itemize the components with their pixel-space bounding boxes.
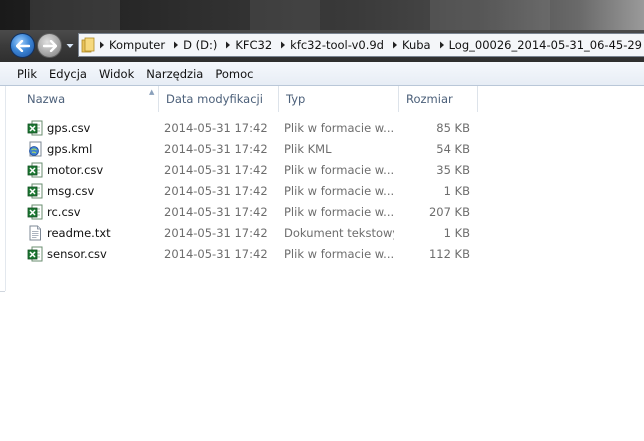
column-header-size[interactable]: Rozmiar xyxy=(399,86,478,112)
excel-icon xyxy=(27,120,43,136)
excel-icon xyxy=(27,183,43,199)
chevron-right-icon[interactable] xyxy=(388,41,402,49)
breadcrumb-label[interactable]: kfc32-tool-v0.9d xyxy=(290,38,388,52)
file-size: 207 KB xyxy=(428,205,470,219)
address-bar[interactable]: Komputer D (D:) KFC32 kfc32-tool-v0.9d K… xyxy=(78,33,644,57)
file-date: 2014-05-31 17:42 xyxy=(164,121,268,135)
menu-tools[interactable]: Narzędzia xyxy=(140,67,209,81)
file-size: 85 KB xyxy=(436,121,470,135)
chevron-right-icon[interactable] xyxy=(435,41,449,49)
file-date: 2014-05-31 17:42 xyxy=(164,226,268,240)
file-type: Dokument tekstowy xyxy=(284,226,394,240)
breadcrumb-label[interactable]: Log_00026_2014-05-31_06-45-29 xyxy=(449,38,644,52)
file-list-area[interactable]: Nazwa ▲ Data modyfikacji Typ Rozmiar gps… xyxy=(0,86,644,441)
excel-icon xyxy=(27,162,43,178)
folder-icon xyxy=(81,34,95,56)
file-row[interactable]: rc.csv 2014-05-31 17:42 Plik w formacie … xyxy=(5,202,495,223)
file-list-pane: Nazwa ▲ Data modyfikacji Typ Rozmiar gps… xyxy=(5,86,495,292)
menu-edit[interactable]: Edycja xyxy=(43,67,93,81)
file-name: gps.csv xyxy=(47,121,91,135)
file-row[interactable]: motor.csv 2014-05-31 17:42 Plik w formac… xyxy=(5,160,495,181)
menu-view[interactable]: Widok xyxy=(93,67,140,81)
file-row[interactable]: readme.txt 2014-05-31 17:42 Dokument tek… xyxy=(5,223,495,244)
sort-ascending-icon: ▲ xyxy=(149,88,155,96)
file-size: 1 KB xyxy=(443,226,470,240)
file-name: readme.txt xyxy=(47,226,111,240)
file-size: 54 KB xyxy=(436,142,470,156)
text-file-icon xyxy=(29,225,41,241)
window-border-corner xyxy=(0,291,5,292)
arrow-right-icon xyxy=(42,39,57,52)
file-type: Plik w formacie w... xyxy=(284,184,394,198)
title-bar-glass xyxy=(250,0,320,30)
chevron-right-icon[interactable] xyxy=(221,41,235,49)
column-headers: Nazwa ▲ Data modyfikacji Typ Rozmiar xyxy=(5,86,495,112)
file-type: Plik w formacie w... xyxy=(284,121,394,135)
chevron-right-icon[interactable] xyxy=(95,41,109,49)
file-row[interactable]: msg.csv 2014-05-31 17:42 Plik w formacie… xyxy=(5,181,495,202)
file-type: Plik KML xyxy=(284,142,332,156)
file-type: Plik w formacie w... xyxy=(284,205,394,219)
column-header-type[interactable]: Typ xyxy=(279,86,399,112)
file-row[interactable]: sensor.csv 2014-05-31 17:42 Plik w forma… xyxy=(5,244,495,265)
breadcrumb-item[interactable]: D (D:) xyxy=(169,34,221,56)
file-date: 2014-05-31 17:42 xyxy=(164,142,268,156)
menu-file[interactable]: Plik xyxy=(0,67,43,81)
excel-icon xyxy=(27,204,43,220)
file-row[interactable]: gps.csv 2014-05-31 17:42 Plik w formacie… xyxy=(5,118,495,139)
back-button[interactable] xyxy=(10,33,35,58)
file-size: 35 KB xyxy=(436,163,470,177)
chevron-right-icon[interactable] xyxy=(169,41,183,49)
file-size: 1 KB xyxy=(443,184,470,198)
excel-icon xyxy=(27,246,43,262)
menu-help[interactable]: Pomoc xyxy=(209,67,259,81)
file-type: Plik w formacie w... xyxy=(284,163,394,177)
menu-bar: Plik Edycja Widok Narzędzia Pomoc xyxy=(0,62,644,86)
chevron-right-icon[interactable] xyxy=(276,41,290,49)
breadcrumb-item[interactable]: Komputer xyxy=(95,34,169,56)
breadcrumb-label[interactable]: Komputer xyxy=(109,38,169,52)
breadcrumb-item[interactable]: Log_00026_2014-05-31_06-45-29 xyxy=(435,34,644,56)
arrow-left-icon xyxy=(15,39,30,52)
kml-icon xyxy=(29,141,42,157)
breadcrumb-item[interactable]: Kuba xyxy=(388,34,435,56)
file-date: 2014-05-31 17:42 xyxy=(164,205,268,219)
file-name: gps.kml xyxy=(47,142,93,156)
file-name: rc.csv xyxy=(47,205,81,219)
file-size: 112 KB xyxy=(428,247,470,261)
breadcrumb-item[interactable]: KFC32 xyxy=(221,34,276,56)
recent-pages-button[interactable] xyxy=(65,41,74,50)
file-date: 2014-05-31 17:42 xyxy=(164,184,268,198)
breadcrumb-label[interactable]: KFC32 xyxy=(235,38,276,52)
breadcrumb-item[interactable]: kfc32-tool-v0.9d xyxy=(276,34,388,56)
column-header-date[interactable]: Data modyfikacji xyxy=(159,86,279,112)
title-bar-glass xyxy=(430,0,550,30)
chevron-down-icon xyxy=(66,43,73,48)
file-row[interactable]: gps.kml 2014-05-31 17:42 Plik KML 54 KB xyxy=(5,139,495,160)
breadcrumb-label[interactable]: D (D:) xyxy=(183,38,221,52)
file-name: motor.csv xyxy=(47,163,104,177)
forward-button[interactable] xyxy=(37,33,62,58)
title-bar-glass xyxy=(30,0,120,30)
file-date: 2014-05-31 17:42 xyxy=(164,247,268,261)
file-date: 2014-05-31 17:42 xyxy=(164,163,268,177)
file-name: msg.csv xyxy=(47,184,95,198)
file-name: sensor.csv xyxy=(47,247,107,261)
window-left-border xyxy=(0,86,6,291)
breadcrumb-label[interactable]: Kuba xyxy=(402,38,435,52)
window-title-bar xyxy=(0,0,644,30)
column-header-name[interactable]: Nazwa xyxy=(20,86,159,112)
file-type: Plik w formacie w... xyxy=(284,247,394,261)
